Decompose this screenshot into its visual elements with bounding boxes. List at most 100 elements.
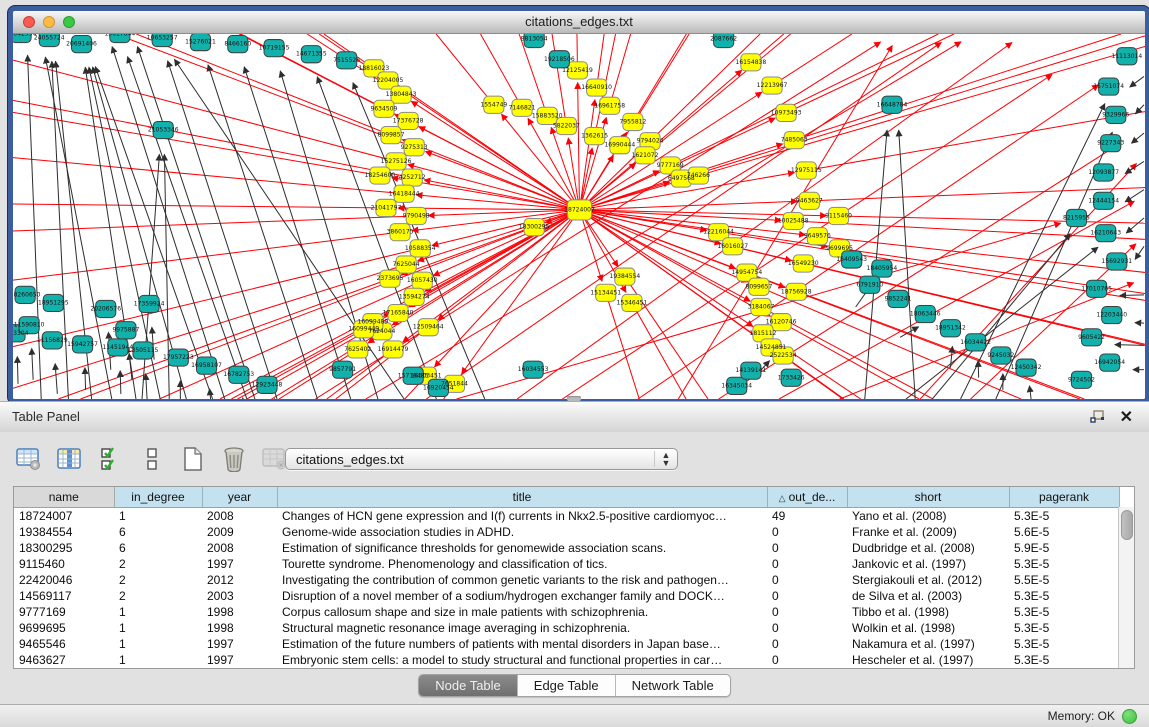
table-cell[interactable]: Wolkin et al. (1998) — [847, 620, 1009, 636]
column-header-pagerank[interactable]: pagerank — [1009, 487, 1119, 507]
table-cell[interactable]: Disruption of a novel member of a sodium… — [277, 588, 767, 604]
unselect-all-icon[interactable] — [139, 446, 165, 472]
table-cell[interactable]: 14569117 — [14, 588, 114, 604]
table-row[interactable]: 946362711997Embryonic stem cells: a mode… — [14, 652, 1119, 668]
tab-node-table[interactable]: Node Table — [419, 675, 518, 696]
node-table-grid[interactable]: namein_degreeyeartitle△out_de...shortpag… — [14, 487, 1120, 668]
tab-network-table[interactable]: Network Table — [616, 675, 730, 696]
table-cell[interactable]: Investigating the contribution of common… — [277, 572, 767, 588]
table-cell[interactable]: 0 — [767, 636, 847, 652]
table-cell[interactable]: 2009 — [202, 524, 277, 540]
table-cell[interactable]: 5.5E-5 — [1009, 572, 1119, 588]
table-cell[interactable]: 9463627 — [14, 652, 114, 668]
table-cell[interactable]: Franke et al. (2009) — [847, 524, 1009, 540]
table-cell[interactable]: 5.3E-5 — [1009, 620, 1119, 636]
table-cell[interactable]: 1997 — [202, 636, 277, 652]
table-cell[interactable]: Tourette syndrome. Phenomenology and cla… — [277, 556, 767, 572]
table-cell[interactable]: 1 — [114, 507, 202, 524]
table-cell[interactable]: 0 — [767, 556, 847, 572]
node-table[interactable]: namein_degreeyeartitle△out_de...shortpag… — [13, 486, 1135, 669]
table-row[interactable]: 946554611997Estimation of the future num… — [14, 636, 1119, 652]
tab-edge-table[interactable]: Edge Table — [518, 675, 616, 696]
table-cell[interactable]: 0 — [767, 652, 847, 668]
table-options-icon[interactable] — [16, 446, 42, 472]
table-cell[interactable]: Changes of HCN gene expression and I(f) … — [277, 507, 767, 524]
memory-ok-indicator[interactable] — [1122, 709, 1137, 724]
table-cell[interactable]: 2 — [114, 572, 202, 588]
table-cell[interactable]: Dudbridge et al. (2008) — [847, 540, 1009, 556]
table-row[interactable]: 2242004622012Investigating the contribut… — [14, 572, 1119, 588]
table-cell[interactable]: 2 — [114, 588, 202, 604]
column-header-short[interactable]: short — [847, 487, 1009, 507]
table-cell[interactable]: 5.3E-5 — [1009, 588, 1119, 604]
network-view-canvas[interactable]: 1872400718300295193845541554749714682115… — [13, 34, 1145, 399]
table-cell[interactable]: Corpus callosum shape and size in male p… — [277, 604, 767, 620]
table-cell[interactable]: 2 — [114, 556, 202, 572]
table-cell[interactable]: 5.3E-5 — [1009, 652, 1119, 668]
table-cell[interactable]: Tibbo et al. (1998) — [847, 604, 1009, 620]
table-vertical-scrollbar[interactable] — [1118, 507, 1134, 668]
table-cell[interactable]: 0 — [767, 572, 847, 588]
table-cell[interactable]: 18724007 — [14, 507, 114, 524]
table-cell[interactable]: 2012 — [202, 572, 277, 588]
table-cell[interactable]: 22420046 — [14, 572, 114, 588]
table-cell[interactable]: 5.3E-5 — [1009, 507, 1119, 524]
table-cell[interactable]: 1 — [114, 652, 202, 668]
table-row[interactable]: 1872400712008Changes of HCN gene express… — [14, 507, 1119, 524]
table-cell[interactable]: Embryonic stem cells: a model to study s… — [277, 652, 767, 668]
delete-table-icon[interactable] — [221, 446, 247, 472]
table-cell[interactable]: Estimation of the future numbers of pati… — [277, 636, 767, 652]
citation-network-graph[interactable]: 1872400718300295193845541554749714682115… — [13, 34, 1145, 399]
table-cell[interactable]: 1 — [114, 620, 202, 636]
new-table-icon[interactable] — [180, 446, 206, 472]
table-cell[interactable]: 9777169 — [14, 604, 114, 620]
table-row[interactable]: 1830029562008Estimation of significance … — [14, 540, 1119, 556]
table-cell[interactable]: 5.9E-5 — [1009, 540, 1119, 556]
table-cell[interactable]: 0 — [767, 604, 847, 620]
table-cell[interactable]: 1 — [114, 604, 202, 620]
table-cell[interactable]: 6 — [114, 540, 202, 556]
float-window-icon[interactable] — [1090, 410, 1105, 424]
table-cell[interactable]: 5.3E-5 — [1009, 604, 1119, 620]
table-cell[interactable]: 0 — [767, 620, 847, 636]
table-cell[interactable]: 0 — [767, 524, 847, 540]
table-cell[interactable]: 9699695 — [14, 620, 114, 636]
table-cell[interactable]: Nakamura et al. (1997) — [847, 636, 1009, 652]
table-cell[interactable]: 1997 — [202, 556, 277, 572]
table-cell[interactable]: 5.6E-5 — [1009, 524, 1119, 540]
close-panel-icon[interactable]: ✕ — [1120, 407, 1133, 427]
table-cell[interactable]: Hescheler et al. (1997) — [847, 652, 1009, 668]
table-cell[interactable]: Estimation of significance thresholds fo… — [277, 540, 767, 556]
table-cell[interactable]: 1 — [114, 636, 202, 652]
table-cell[interactable]: 5.3E-5 — [1009, 636, 1119, 652]
table-cell[interactable]: 18300295 — [14, 540, 114, 556]
table-cell[interactable]: 0 — [767, 588, 847, 604]
table-cell[interactable]: de Silva et al. (2003) — [847, 588, 1009, 604]
table-cell[interactable]: Yano et al. (2008) — [847, 507, 1009, 524]
table-cell[interactable]: 49 — [767, 507, 847, 524]
scrollbar-thumb[interactable] — [1121, 510, 1133, 540]
table-cell[interactable]: 2003 — [202, 588, 277, 604]
network-window-titlebar[interactable]: citations_edges.txt — [13, 11, 1145, 34]
table-cell[interactable]: Jankovic et al. (1997) — [847, 556, 1009, 572]
table-cell[interactable]: 1997 — [202, 652, 277, 668]
table-cell[interactable]: 5.3E-5 — [1009, 556, 1119, 572]
network-window[interactable]: citations_edges.txt 18724007183002951938… — [8, 6, 1149, 404]
table-cell[interactable]: 6 — [114, 524, 202, 540]
show-columns-icon[interactable] — [57, 446, 83, 472]
table-cell[interactable]: Structural magnetic resonance image aver… — [277, 620, 767, 636]
table-row[interactable]: 1456911722003Disruption of a novel membe… — [14, 588, 1119, 604]
table-row[interactable]: 969969511998Structural magnetic resonanc… — [14, 620, 1119, 636]
table-cell[interactable]: 1998 — [202, 620, 277, 636]
select-all-icon[interactable] — [98, 446, 124, 472]
table-cell[interactable]: 19384554 — [14, 524, 114, 540]
column-header-name[interactable]: name — [14, 487, 114, 507]
table-cell[interactable]: 9465546 — [14, 636, 114, 652]
table-row[interactable]: 911546021997Tourette syndrome. Phenomeno… — [14, 556, 1119, 572]
table-cell[interactable]: 9115460 — [14, 556, 114, 572]
table-cell[interactable]: 2008 — [202, 507, 277, 524]
column-header-title[interactable]: title — [277, 487, 767, 507]
column-header-out_de[interactable]: △out_de... — [767, 487, 847, 507]
table-cell[interactable]: Genome-wide association studies in ADHD. — [277, 524, 767, 540]
table-cell[interactable]: 2008 — [202, 540, 277, 556]
